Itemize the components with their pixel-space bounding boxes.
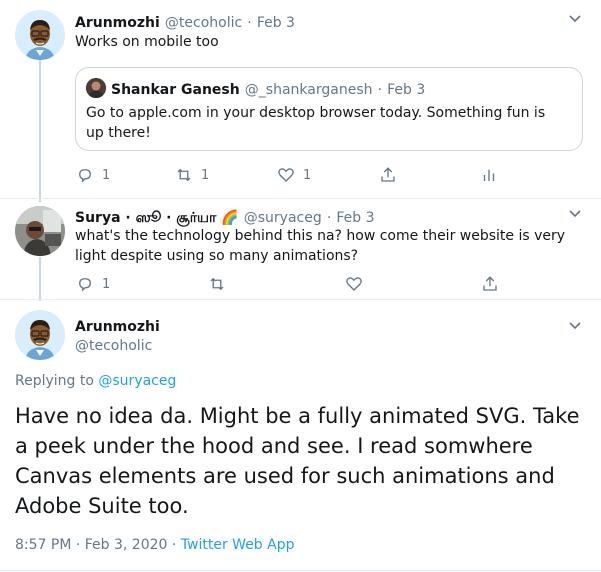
author-name[interactable]: Arunmozhi (75, 15, 160, 31)
divider (0, 570, 601, 571)
retweet-icon (210, 277, 224, 291)
tweet-arunmozhi-1[interactable]: Arunmozhi @tecoholic · Feb 3 Works on mo… (0, 0, 601, 202)
share-icon (483, 276, 497, 291)
tweet-actions: 1 (76, 275, 516, 295)
quoted-tweet-date[interactable]: Feb 3 (387, 82, 425, 98)
reply-icon (79, 278, 91, 292)
retweet-icon (177, 168, 191, 182)
avatar[interactable] (15, 206, 65, 256)
chevron-down-icon[interactable] (568, 209, 582, 219)
avatar-illustration (15, 10, 65, 60)
like-button[interactable] (345, 275, 363, 293)
tweet-surya[interactable]: Surya · ஸூ · சூர்யா 🌈 @suryaceg · Feb 3 … (0, 199, 601, 301)
thread-line (39, 257, 41, 301)
author-name[interactable]: Surya · ஸூ · சூர்யா 🌈 (75, 210, 239, 226)
avatar[interactable] (15, 10, 65, 60)
separator: · (247, 15, 252, 31)
avatar-illustration (15, 310, 65, 360)
tweet-date[interactable]: Feb 3 (336, 210, 374, 226)
quoted-tweet-text: Go to apple.com in your desktop browser … (86, 105, 546, 141)
author-handle[interactable]: @suryaceg (244, 210, 322, 226)
avatar[interactable] (86, 78, 106, 98)
retweet-button[interactable]: 1 (175, 166, 209, 184)
thread-line (39, 60, 41, 202)
like-count: 1 (303, 167, 312, 183)
tweet-text: Works on mobile too (75, 34, 219, 50)
share-button[interactable] (481, 275, 499, 293)
chevron-down-icon[interactable] (568, 14, 582, 24)
quoted-author-handle[interactable]: @_shankarganesh (245, 82, 373, 98)
retweet-count: 1 (201, 167, 210, 183)
separator: · (377, 82, 383, 98)
avatar[interactable] (15, 310, 65, 360)
reply-icon (79, 169, 91, 183)
retweet-button[interactable] (208, 275, 226, 293)
quoted-tweet[interactable]: Shankar Ganesh @_shankarganesh · Feb 3 G… (75, 67, 583, 151)
avatar-photo (15, 206, 65, 256)
reply-button[interactable]: 1 (76, 166, 110, 184)
tweet-source[interactable]: Twitter Web App (181, 537, 295, 553)
avatar-photo (86, 78, 106, 98)
tweet-actions: 1 1 1 (76, 166, 516, 186)
author-handle[interactable]: @tecoholic (165, 15, 242, 31)
replying-to: Replying to @suryaceg (15, 373, 176, 389)
focused-tweet: Arunmozhi @tecoholic Replying to @suryac… (0, 300, 601, 572)
quoted-author-name[interactable]: Shankar Ganesh (111, 82, 240, 98)
tweet-timestamp[interactable]: 8:57 PM · Feb 3, 2020 · (15, 537, 176, 553)
replying-to-handle[interactable]: @suryaceg (98, 373, 176, 389)
tweet-date[interactable]: Feb 3 (257, 15, 295, 31)
replying-to-label: Replying to (15, 373, 94, 389)
analytics-icon (483, 169, 495, 181)
tweet-text: Have no idea da. Might be a fully animat… (15, 404, 580, 518)
heart-icon (278, 168, 294, 182)
analytics-button[interactable] (480, 166, 498, 184)
share-icon (381, 167, 395, 182)
separator: · (326, 210, 332, 226)
chevron-down-icon[interactable] (568, 321, 582, 331)
author-name[interactable]: Arunmozhi (75, 319, 160, 335)
tweet-meta: 8:57 PM · Feb 3, 2020 · Twitter Web App (15, 537, 295, 553)
reply-button[interactable]: 1 (76, 275, 110, 293)
share-button[interactable] (379, 166, 397, 184)
tweet-text: what's the technology behind this na? ho… (75, 228, 566, 264)
author-handle[interactable]: @tecoholic (75, 338, 152, 354)
like-button[interactable]: 1 (277, 166, 311, 184)
reply-count: 1 (102, 167, 111, 183)
reply-count: 1 (102, 276, 111, 292)
heart-icon (346, 277, 362, 291)
